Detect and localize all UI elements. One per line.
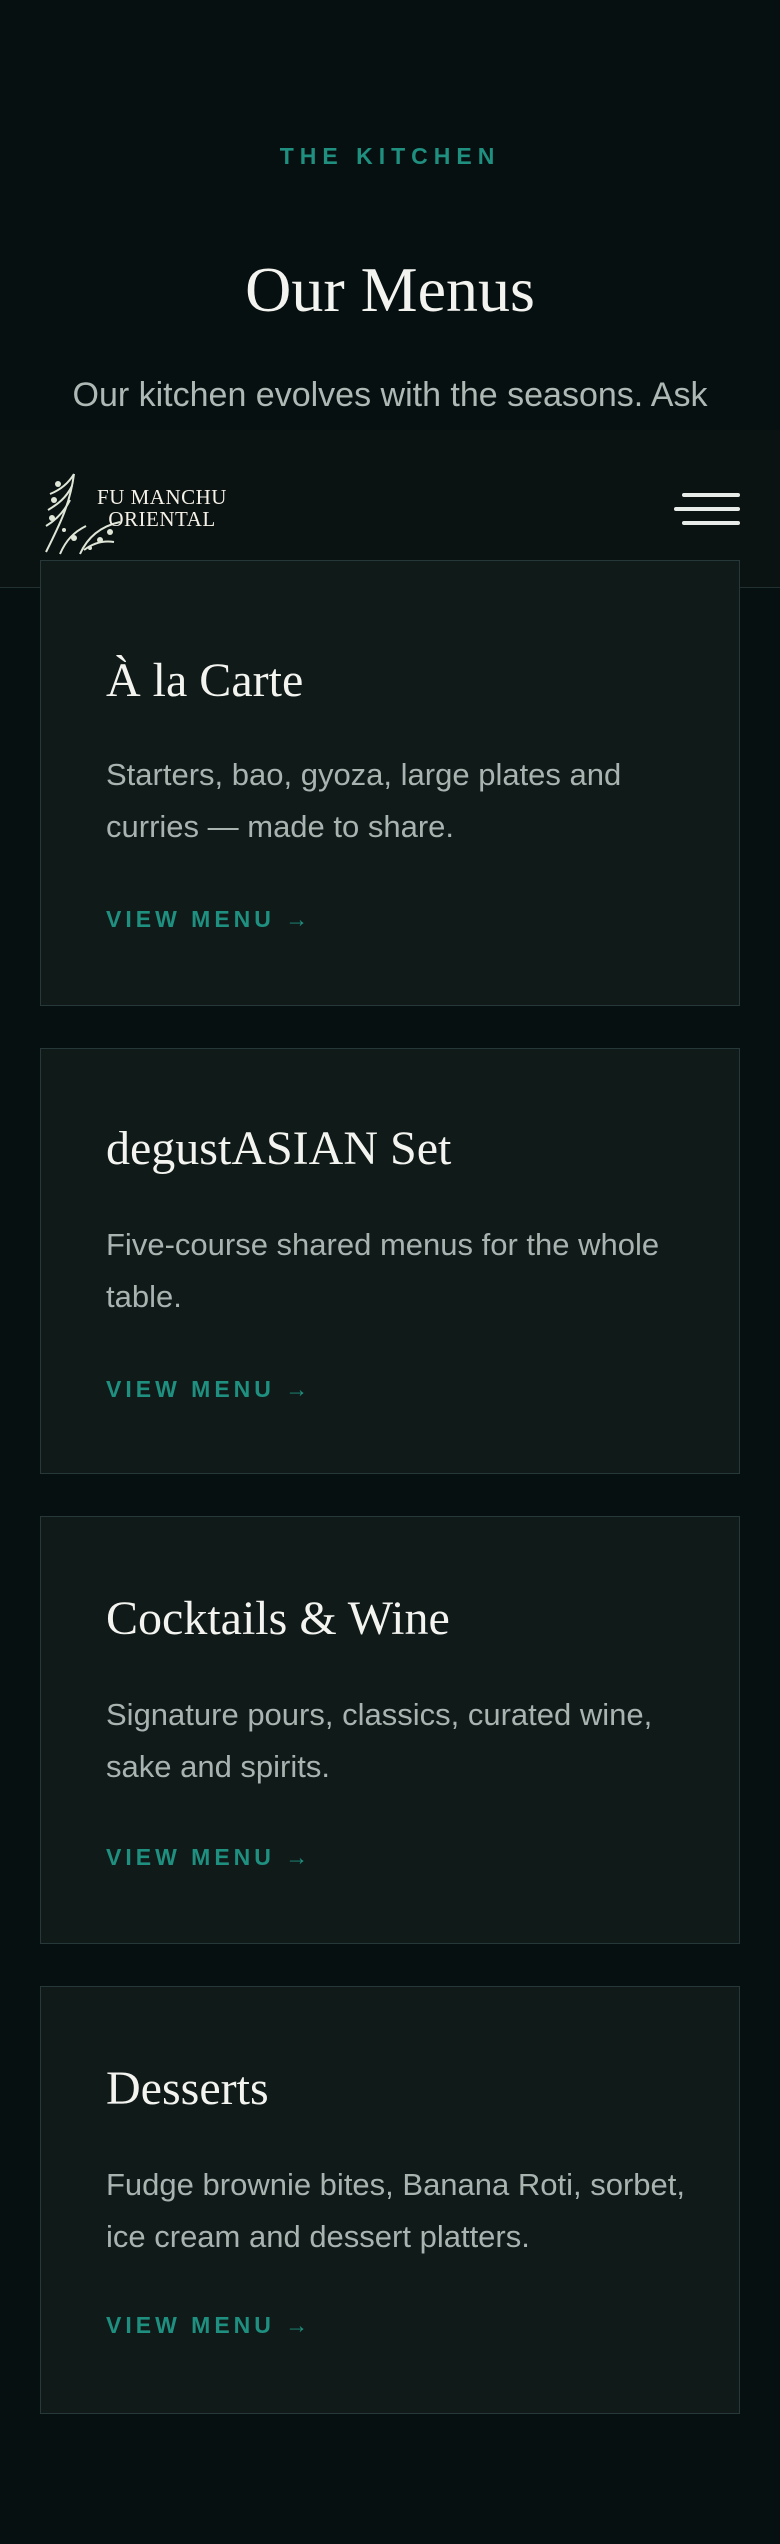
page-title: Our Menus [245,254,535,325]
page: THE KITCHEN Our Menus Our kitchen evolve… [0,0,780,2544]
intro-text: Our kitchen evolves with the seasons. As… [72,376,708,414]
hamburger-icon[interactable] [674,490,740,530]
card-title: À la Carte [106,654,304,707]
card-description: Starters, bao, gyoza, large plates and c… [106,757,622,844]
card-title: Desserts [106,2062,269,2115]
section-eyebrow: THE KITCHEN [279,143,501,169]
card-description: Signature pours, classics, curated wine,… [106,1697,653,1784]
logo-line-1: FU MANCHU [97,485,227,509]
view-menu-link[interactable]: VIEW MENU → [106,1376,312,1403]
menu-card-degustasian-set: degustASIAN Set Five-course shared menus… [40,1048,740,1474]
hamburger-line [682,493,740,497]
menu-card-a-la-carte: À la Carte Starters, bao, gyoza, large p… [40,560,740,1006]
logo-link[interactable]: FU MANCHU ORIENTAL [40,464,240,556]
view-menu-link[interactable]: VIEW MENU → [106,2312,312,2339]
hamburger-line [674,507,740,511]
logo-line-2: ORIENTAL [108,507,216,531]
logo-wordmark: FU MANCHU ORIENTAL [82,486,242,530]
view-menu-link[interactable]: VIEW MENU → [106,906,312,933]
card-description: Fudge brownie bites, Banana Roti, sorbet… [106,2167,686,2254]
menu-card-cocktails-wine: Cocktails & Wine Signature pours, classi… [40,1516,740,1944]
card-title: Cocktails & Wine [106,1592,450,1645]
menu-card-desserts: Desserts Fudge brownie bites, Banana Rot… [40,1986,740,2414]
hamburger-line [682,521,740,525]
card-title: degustASIAN Set [106,1122,452,1175]
view-menu-link[interactable]: VIEW MENU → [106,1844,312,1871]
card-description: Five-course shared menus for the whole t… [106,1227,660,1314]
